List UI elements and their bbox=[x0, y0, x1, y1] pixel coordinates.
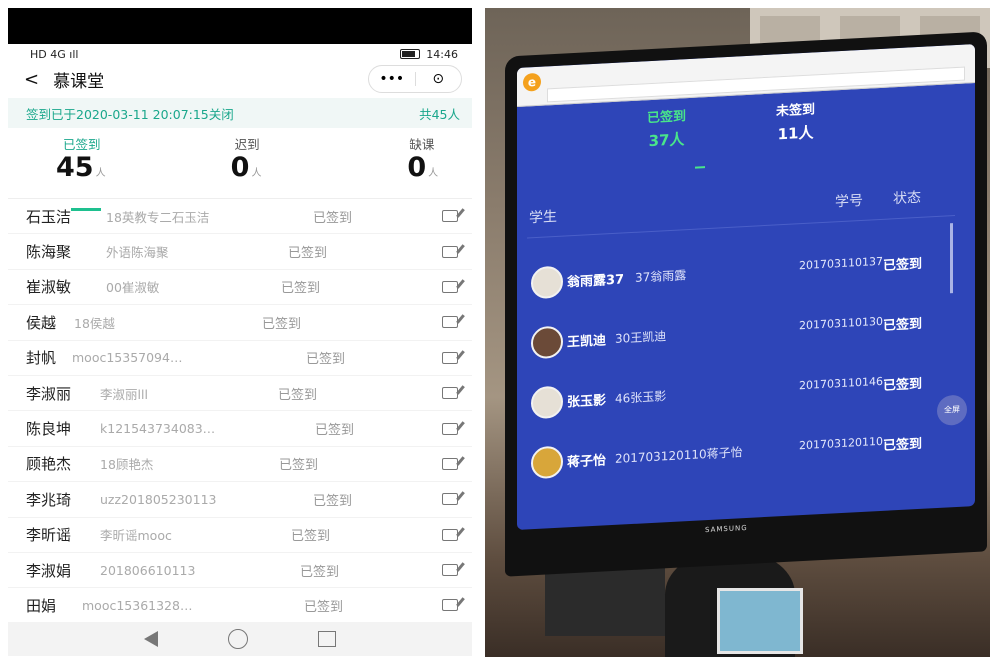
list-item[interactable]: 陈良坤 k121543734083… 已签到 bbox=[8, 411, 472, 447]
id-card bbox=[717, 588, 803, 654]
fullscreen-button[interactable]: 全屏 bbox=[937, 394, 967, 426]
scrollbar[interactable] bbox=[950, 223, 953, 294]
edit-icon[interactable] bbox=[442, 351, 458, 364]
back-triangle-icon[interactable] bbox=[144, 631, 158, 647]
table-header: 学生 学号 状态 bbox=[529, 189, 921, 227]
list-item[interactable]: 侯越 18侯越 已签到 bbox=[8, 305, 472, 341]
system-nav-bar bbox=[8, 622, 472, 656]
edit-icon[interactable] bbox=[442, 599, 458, 612]
list-item[interactable]: 顾艳杰 18顾艳杰 已签到 bbox=[8, 447, 472, 483]
tab-late[interactable]: 迟到 0人 bbox=[163, 128, 318, 188]
page-title: 慕课堂 bbox=[53, 71, 105, 92]
more-button[interactable]: ••• bbox=[369, 71, 415, 87]
nav-bar: < 慕课堂 ••• ⊙ bbox=[8, 64, 472, 94]
stat-value: 45 人 bbox=[56, 152, 106, 183]
back-chevron-icon[interactable]: < bbox=[24, 69, 39, 90]
tab-absent[interactable]: 缺课 0人 bbox=[317, 128, 472, 188]
edit-icon[interactable] bbox=[442, 457, 458, 470]
stat-value: 0人 bbox=[407, 152, 439, 183]
list-item[interactable]: 李淑丽 李淑丽lll 已签到 bbox=[8, 376, 472, 412]
list-item[interactable]: 李昕谣 李昕谣mooc 已签到 bbox=[8, 518, 472, 553]
avatar bbox=[531, 265, 563, 300]
edit-icon[interactable] bbox=[442, 387, 458, 400]
list-item[interactable]: 田娟 mooc15361328… 已签到 bbox=[8, 588, 472, 624]
stat-label: 已签到 bbox=[63, 137, 101, 152]
avatar bbox=[531, 325, 563, 360]
monitor-brand: SAMSUNG bbox=[705, 523, 748, 535]
stat-value: 0人 bbox=[230, 152, 262, 183]
avatar bbox=[531, 385, 563, 420]
miniapp-capsule: ••• ⊙ bbox=[368, 65, 462, 93]
edit-icon[interactable] bbox=[442, 316, 458, 329]
tab-signed[interactable]: 已签到 37人 bbox=[647, 105, 686, 151]
stats-tabs: 已签到 45 人 迟到 0人 缺课 0人 bbox=[8, 128, 472, 188]
tab-checked-in[interactable]: 已签到 45 人 bbox=[8, 128, 163, 188]
list-item[interactable]: 石玉洁 18英教专二石玉洁 已签到 bbox=[8, 199, 472, 235]
active-tab-indicator bbox=[695, 166, 705, 169]
list-item[interactable]: 崔淑敏 00崔淑敏 已签到 bbox=[8, 270, 472, 306]
clock: 14:46 bbox=[426, 47, 458, 61]
status-bar: HD 4G ıll 14:46 bbox=[8, 44, 472, 64]
recents-square-icon[interactable] bbox=[318, 631, 336, 647]
edit-icon[interactable] bbox=[442, 245, 458, 258]
table-row[interactable]: 张玉影 46张玉影 201703110146 已签到 bbox=[517, 370, 975, 420]
stat-label: 迟到 bbox=[234, 137, 260, 152]
edit-icon[interactable] bbox=[442, 210, 458, 223]
phone-screenshot: HD 4G ıll 14:46 < 慕课堂 ••• ⊙ 签到已于2020-03-… bbox=[8, 8, 472, 656]
black-top-band bbox=[8, 8, 472, 44]
table-row[interactable]: 王凯迪 30王凯迪 201703110130 已签到 bbox=[517, 310, 975, 360]
tab-unsigned[interactable]: 未签到 11人 bbox=[776, 98, 815, 144]
notice-text: 签到已于2020-03-11 20:07:15关闭 bbox=[26, 106, 234, 122]
table-row[interactable]: 翁雨露37 37翁雨露 201703110137 已签到 bbox=[517, 250, 975, 300]
list-item[interactable]: 陈海聚 外语陈海聚 已签到 bbox=[8, 234, 472, 270]
edit-icon[interactable] bbox=[442, 280, 458, 293]
stat-label: 缺课 bbox=[409, 137, 435, 152]
list-item[interactable]: 封帆 mooc15357094… 已签到 bbox=[8, 341, 472, 376]
battery-icon bbox=[400, 49, 421, 59]
avatar bbox=[531, 445, 563, 480]
browser-logo-icon: e bbox=[523, 72, 541, 92]
monitor-screen: e 已签到 37人 未签到 11人 学生 学号 状态 翁雨露37 37翁雨露 2… bbox=[517, 43, 975, 531]
student-list: 石玉洁 18英教专二石玉洁 已签到 陈海聚 外语陈海聚 已签到 崔淑敏 00崔淑… bbox=[8, 199, 472, 624]
list-item[interactable]: 李兆琦 uzz201805230113 已签到 bbox=[8, 482, 472, 518]
notice-total: 共45人 bbox=[419, 106, 460, 122]
header-divider bbox=[527, 215, 955, 239]
table-row[interactable]: 蒋子怡 201703120110蒋子怡 201703120110 已签到 bbox=[517, 430, 975, 480]
monitor: e 已签到 37人 未签到 11人 学生 学号 状态 翁雨露37 37翁雨露 2… bbox=[505, 31, 987, 577]
signal-indicator: HD 4G ıll bbox=[30, 47, 79, 61]
edit-icon[interactable] bbox=[442, 528, 458, 541]
list-item[interactable]: 李淑娟 201806610113 已签到 bbox=[8, 553, 472, 589]
record-circle-icon[interactable]: ⊙ bbox=[416, 71, 462, 87]
checkin-notice: 签到已于2020-03-11 20:07:15关闭 共45人 bbox=[8, 98, 472, 128]
edit-icon[interactable] bbox=[442, 493, 458, 506]
home-circle-icon[interactable] bbox=[228, 629, 248, 649]
edit-icon[interactable] bbox=[442, 564, 458, 577]
monitor-photo: e 已签到 37人 未签到 11人 学生 学号 状态 翁雨露37 37翁雨露 2… bbox=[485, 8, 990, 657]
edit-icon[interactable] bbox=[442, 422, 458, 435]
